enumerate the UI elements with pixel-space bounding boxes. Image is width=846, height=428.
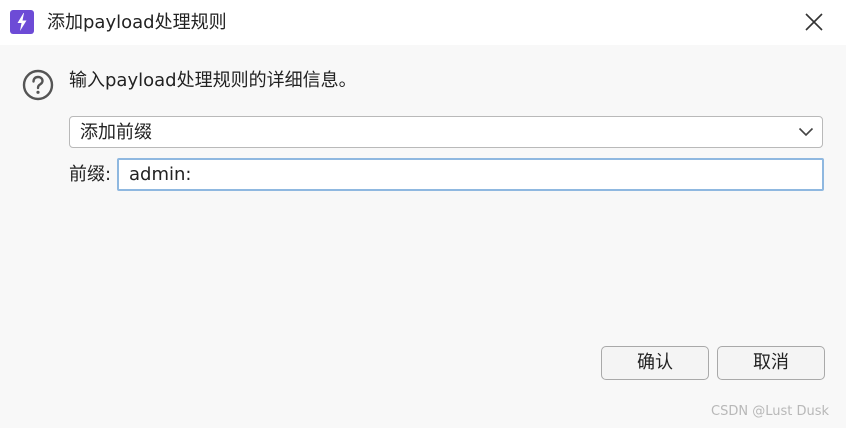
window-title: 添加payload处理规则 <box>47 12 227 33</box>
watermark: CSDN @Lust Dusk <box>711 404 830 419</box>
cancel-button[interactable]: 取消 <box>717 346 825 380</box>
prefix-label: 前缀: <box>69 164 112 185</box>
question-circle-icon <box>22 69 54 101</box>
lightning-bolt-icon <box>10 10 34 34</box>
prefix-input[interactable] <box>117 158 824 191</box>
title-bar: 添加payload处理规则 <box>0 0 846 45</box>
rule-type-dropdown[interactable]: 添加前缀 <box>69 116 823 148</box>
dialog-window: 添加payload处理规则 输入payload处理规则的详细信息。 添加前缀 前… <box>0 0 846 428</box>
confirm-button[interactable]: 确认 <box>601 346 709 380</box>
close-icon <box>805 13 823 31</box>
chevron-down-icon <box>798 127 814 137</box>
rule-type-selected: 添加前缀 <box>80 122 152 143</box>
prompt-text: 输入payload处理规则的详细信息。 <box>69 70 357 91</box>
close-button[interactable] <box>792 4 836 40</box>
